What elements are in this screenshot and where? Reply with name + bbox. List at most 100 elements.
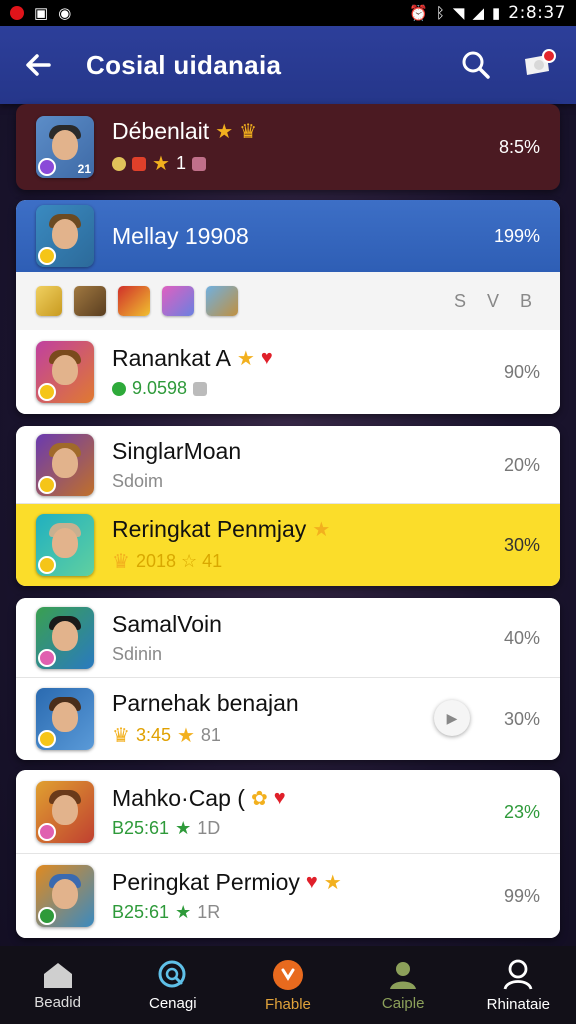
nav-label: Caiple <box>381 994 425 1012</box>
avatar <box>36 341 94 403</box>
status-bar: ▣ ◉ ⏰ ᛒ ◥ ◢ ▮ 2:8:37 <box>0 0 576 26</box>
row-percentage: 23% <box>503 801 540 822</box>
player-card: Mahko·Cap (✿ ♥ B25:61 ★ 1D 23% Peringkat Pe… <box>16 770 560 938</box>
bluetooth-icon: ᛒ <box>435 4 445 22</box>
heart-icon: ♥ <box>305 871 318 893</box>
image-icon: ▣ <box>34 4 49 22</box>
player-name: Débenlait <box>112 118 210 144</box>
player-name: SamalVoin <box>112 611 222 637</box>
notification-dot <box>542 49 556 63</box>
star-icon: ★ <box>176 725 195 747</box>
list-item[interactable]: Peringkat Permioy ♥ ★ B25:61 ★ 1R 99% <box>16 854 560 938</box>
wifi-icon: ◥ <box>452 4 465 22</box>
record-icon <box>10 6 24 20</box>
search-circle-icon <box>158 960 186 987</box>
avatar <box>36 607 94 669</box>
crown-icon: ♛ <box>239 121 258 143</box>
arrow-left-icon[interactable] <box>16 43 60 87</box>
camera-icon: ◉ <box>58 4 72 22</box>
player-name: Peringkat Permioy <box>112 869 300 895</box>
nav-item-home[interactable]: Beadid <box>8 960 108 1011</box>
nav-item-search[interactable]: Cenagi <box>123 959 223 1012</box>
row-percentage: 30% <box>503 708 540 729</box>
profile-icon <box>503 959 533 990</box>
nav-label: Rhinataie <box>486 995 551 1013</box>
crown-icon: ♛ <box>112 551 130 573</box>
row-percentage: 8:5% <box>498 136 540 157</box>
flower-icon: ✿ <box>250 788 268 810</box>
player-name: Ranankat A <box>112 345 231 371</box>
profile-bell-icon[interactable] <box>516 43 560 87</box>
nav-label: Cenagi <box>149 994 197 1012</box>
row-percentage: 199% <box>493 225 540 246</box>
row-percentage: 99% <box>503 885 540 906</box>
row-percentage: 30% <box>503 534 540 555</box>
leaderboard-top-card[interactable]: 21 Débenlait ★ ♛ ★ 1 8:5% <box>16 104 560 190</box>
person-icon <box>390 961 417 989</box>
star-icon: ★ <box>175 902 192 922</box>
star-icon: ★ <box>236 348 255 370</box>
fire-icon <box>272 959 303 990</box>
card-chip-icon[interactable] <box>206 286 238 316</box>
list-item[interactable]: 21 Débenlait ★ ♛ ★ 1 8:5% <box>16 104 560 190</box>
nav-item-fire[interactable]: Fhable <box>238 958 338 1013</box>
player-subtitle: Sdinin <box>112 644 163 664</box>
nav-item-people[interactable]: Caiple <box>353 959 453 1012</box>
player-name: Mahko·Cap ( <box>112 785 245 811</box>
row-percentage: 40% <box>503 627 540 648</box>
list-item[interactable]: SinglarMoan Sdoim 20% <box>16 426 560 504</box>
star-icon: ★ <box>312 519 331 541</box>
star-icon: ★ <box>152 153 170 175</box>
nav-item-profile[interactable]: Rhinataie <box>468 958 568 1013</box>
player-card: SamalVoin Sdinin 40% Parnehak benajan ♛ 3… <box>16 598 560 760</box>
player-name: SinglarMoan <box>112 438 242 464</box>
list-item[interactable]: Parnehak benajan ♛ 3:45 ★ 81 ▶ 30% <box>16 678 560 760</box>
list-item[interactable]: Ranankat A ★ ♥ 9.0598 90% <box>16 330 560 414</box>
shield-icon <box>193 381 208 396</box>
row-percentage: 20% <box>503 454 540 475</box>
player-subtitle: Sdoim <box>112 471 164 491</box>
heart-icon: ♥ <box>273 787 286 809</box>
nav-label: Beadid <box>34 993 81 1011</box>
star-icon: ★ <box>323 872 342 894</box>
list-item-highlighted[interactable]: Reringkat Penmjay ★ ♛ 2018 ☆ 41 30% <box>16 504 560 586</box>
signal-icon: ◢ <box>472 4 485 22</box>
page-title: Cosial uidanaia <box>86 49 282 80</box>
avatar <box>36 434 94 496</box>
row-percentage: 90% <box>503 361 540 382</box>
avatar <box>36 688 94 750</box>
alarm-icon: ⏰ <box>409 4 428 22</box>
list-item[interactable]: Mellay 19908 199% <box>16 200 560 272</box>
coin-icon <box>112 381 126 396</box>
list-item[interactable]: Mahko·Cap (✿ ♥ B25:61 ★ 1D 23% <box>16 770 560 854</box>
bottom-nav: Beadid Cenagi Fhable Caiple Rhinataie <box>0 946 576 1024</box>
coin-chip-icon[interactable] <box>36 286 62 316</box>
battery-icon: ▮ <box>492 4 501 22</box>
crown-icon: ♛ <box>112 725 130 747</box>
play-icon[interactable]: ▶ <box>434 700 470 736</box>
avatar: 21 <box>36 116 94 178</box>
status-time: 2:8:37 <box>508 3 566 23</box>
avatar <box>36 781 94 843</box>
player-card: SinglarMoan Sdoim 20% Reringkat Penmjay ★… <box>16 426 560 586</box>
avatar <box>36 865 94 927</box>
reward-chips-row: S V B <box>16 272 560 330</box>
avatar <box>36 205 94 267</box>
avatar <box>36 514 94 576</box>
star-icon: ★ <box>175 818 192 838</box>
home-icon <box>43 962 72 988</box>
chip-filter-labels[interactable]: S V B <box>454 291 540 312</box>
gift-chip-icon[interactable] <box>118 286 150 316</box>
app-bar: Cosial uidanaia <box>0 26 576 104</box>
nav-label: Fhable <box>265 995 311 1013</box>
player-name: Mellay 19908 <box>112 222 249 249</box>
gem-chip-icon[interactable] <box>162 286 194 316</box>
player-name: Reringkat Penmjay <box>112 516 307 542</box>
search-icon[interactable] <box>454 43 498 87</box>
star-icon: ★ <box>215 121 234 143</box>
gem-icon <box>132 156 146 171</box>
chest-chip-icon[interactable] <box>74 286 106 316</box>
list-item[interactable]: SamalVoin Sdinin 40% <box>16 598 560 678</box>
coin-icon <box>112 156 126 171</box>
featured-card: Mellay 19908 199% S V B Ranankat A ★ ♥ 9.0… <box>16 200 560 414</box>
